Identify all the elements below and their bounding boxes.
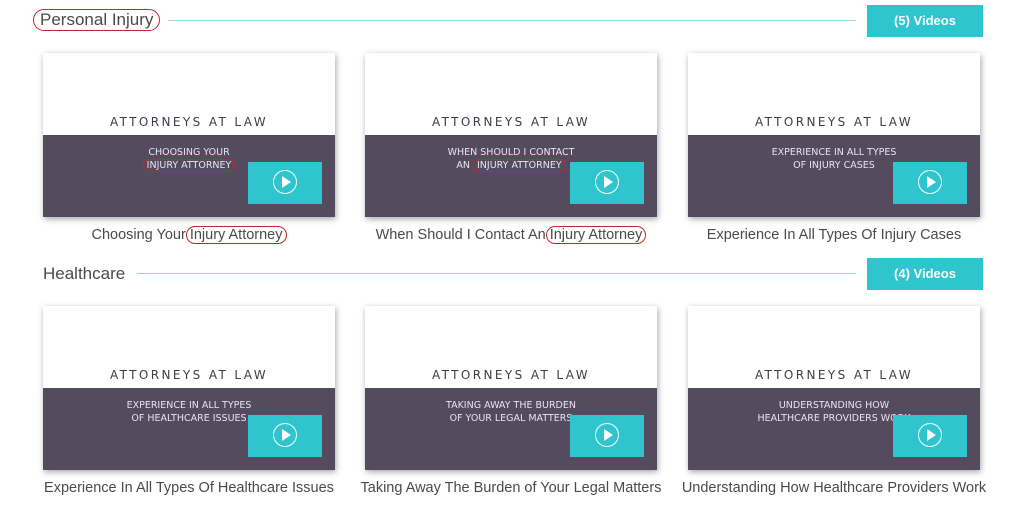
thumbnail-band: EXPERIENCE IN ALL TYPES OF INJURY CASES	[688, 135, 980, 217]
video-card[interactable]: ATTORNEYS AT LAW WHEN SHOULD I CONTACT A…	[365, 53, 657, 244]
brand-text: ATTORNEYS AT LAW	[431, 368, 591, 382]
thumbnail-band: WHEN SHOULD I CONTACT AN INJURY ATTORNEY	[365, 135, 657, 217]
play-button[interactable]	[248, 415, 322, 457]
play-button[interactable]	[893, 415, 967, 457]
thumbnail-band: EXPERIENCE IN ALL TYPES OF HEALTHCARE IS…	[43, 388, 335, 470]
section-title: Healthcare	[43, 264, 126, 283]
video-thumbnail[interactable]: ATTORNEYS AT LAW CHOOSING YOUR INJURY AT…	[43, 53, 335, 217]
play-button[interactable]	[893, 162, 967, 204]
section-divider	[137, 273, 856, 274]
thumbnail-band: UNDERSTANDING HOW HEALTHCARE PROVIDERS W…	[688, 388, 980, 470]
play-icon	[595, 423, 619, 447]
play-button[interactable]	[570, 415, 644, 457]
video-card[interactable]: ATTORNEYS AT LAW TAKING AWAY THE BURDEN …	[361, 306, 661, 496]
play-icon	[918, 423, 942, 447]
brand-text: ATTORNEYS AT LAW	[754, 368, 914, 382]
video-caption[interactable]: Choosing Your Injury Attorney	[33, 226, 345, 244]
brand-text: ATTORNEYS AT LAW	[109, 115, 269, 129]
video-thumbnail[interactable]: ATTORNEYS AT LAW EXPERIENCE IN ALL TYPES…	[688, 53, 980, 217]
video-card[interactable]: ATTORNEYS AT LAW CHOOSING YOUR INJURY AT…	[43, 53, 335, 244]
video-card[interactable]: ATTORNEYS AT LAW EXPERIENCE IN ALL TYPES…	[688, 53, 980, 243]
play-icon	[918, 170, 942, 194]
video-caption[interactable]: Understanding How Healthcare Providers W…	[678, 479, 990, 497]
videos-count-button[interactable]: (5) Videos	[867, 5, 983, 37]
thumbnail-band: TAKING AWAY THE BURDEN OF YOUR LEGAL MAT…	[365, 388, 657, 470]
video-thumbnail[interactable]: ATTORNEYS AT LAW EXPERIENCE IN ALL TYPES…	[43, 306, 335, 470]
brand-text: ATTORNEYS AT LAW	[431, 115, 591, 129]
videos-count-button[interactable]: (4) Videos	[867, 258, 983, 290]
video-thumbnail[interactable]: ATTORNEYS AT LAW WHEN SHOULD I CONTACT A…	[365, 53, 657, 217]
play-icon	[273, 170, 297, 194]
video-caption[interactable]: Taking Away The Burden of Your Legal Mat…	[355, 479, 667, 497]
brand-text: ATTORNEYS AT LAW	[109, 368, 269, 382]
section-title: Personal Injury	[33, 9, 161, 31]
play-button[interactable]	[248, 162, 322, 204]
play-icon	[595, 170, 619, 194]
play-icon	[273, 423, 297, 447]
section-header: Healthcare (4) Videos	[0, 253, 1024, 293]
video-caption[interactable]: Experience In All Types Of Injury Cases	[678, 226, 990, 244]
video-caption[interactable]: When Should I Contact An Injury Attorney	[355, 226, 667, 244]
video-card[interactable]: ATTORNEYS AT LAW EXPERIENCE IN ALL TYPES…	[43, 306, 335, 496]
video-caption[interactable]: Experience In All Types Of Healthcare Is…	[33, 479, 345, 497]
video-card[interactable]: ATTORNEYS AT LAW UNDERSTANDING HOW HEALT…	[682, 306, 986, 496]
video-thumbnail[interactable]: ATTORNEYS AT LAW TAKING AWAY THE BURDEN …	[365, 306, 657, 470]
play-button[interactable]	[570, 162, 644, 204]
section-divider	[168, 20, 856, 21]
brand-text: ATTORNEYS AT LAW	[754, 115, 914, 129]
section-header: Personal Injury (5) Videos	[0, 0, 1024, 40]
video-thumbnail[interactable]: ATTORNEYS AT LAW UNDERSTANDING HOW HEALT…	[688, 306, 980, 470]
thumbnail-band: CHOOSING YOUR INJURY ATTORNEY	[43, 135, 335, 217]
